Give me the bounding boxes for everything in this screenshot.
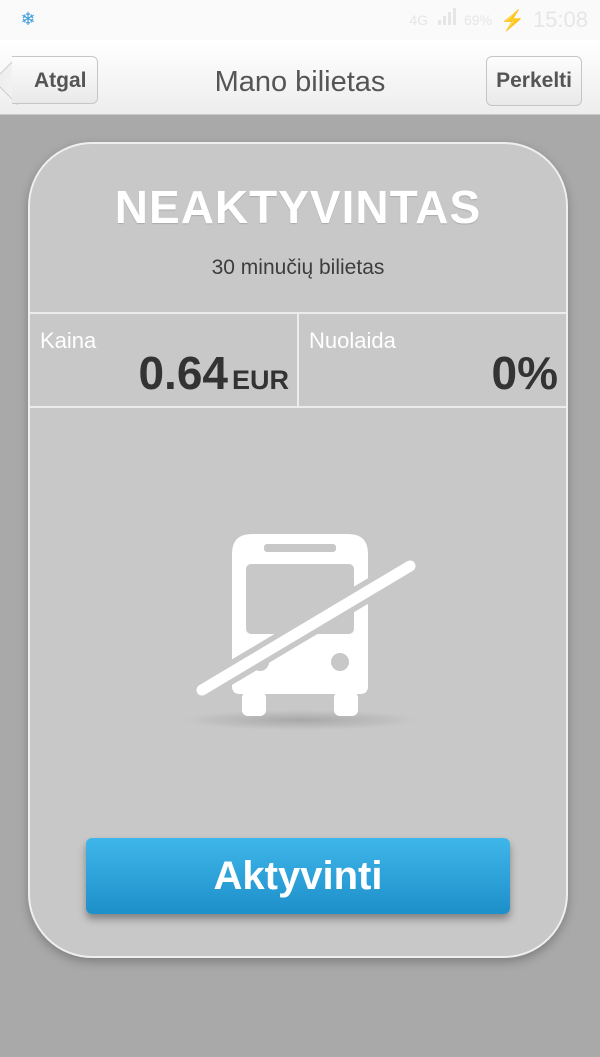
activate-button-label: Aktyvinti bbox=[213, 854, 383, 898]
signal-icon bbox=[436, 7, 456, 33]
bus-disabled-icon bbox=[180, 524, 421, 744]
ticket-status: NEAKTYVINTAS bbox=[114, 181, 482, 233]
transfer-button-label: Perkelti bbox=[496, 69, 572, 92]
back-button[interactable]: Atgal bbox=[12, 56, 98, 104]
battery-level: 69% bbox=[464, 12, 493, 28]
ticket-info-row: Kaina 0.64 EUR Nuolaida 0% bbox=[30, 312, 566, 408]
activate-button[interactable]: Aktyvinti bbox=[86, 838, 510, 914]
price-value-group: 0.64 EUR bbox=[138, 346, 289, 400]
status-bar: ❄ 4G 69% ⚡ 15:08 bbox=[0, 0, 600, 40]
price-unit: EUR bbox=[231, 365, 289, 395]
back-button-label: Atgal bbox=[34, 69, 87, 92]
network-type: 4G bbox=[409, 12, 428, 28]
status-indicators: 4G 69% ⚡ 15:08 bbox=[409, 6, 588, 34]
price-value: 0.64 bbox=[138, 347, 228, 399]
navigation-bar: Mano bilietas Atgal Perkelti bbox=[0, 40, 600, 115]
ticket-card: NEAKTYVINTAS 30 minučių bilietas Kaina 0… bbox=[28, 142, 568, 958]
transfer-button[interactable]: Perkelti bbox=[486, 56, 582, 106]
ticket-type: 30 minučių bilietas bbox=[211, 256, 385, 279]
snowflake-icon: ❄ bbox=[20, 9, 36, 29]
clock: 15:08 bbox=[532, 7, 588, 32]
price-cell: Kaina 0.64 EUR bbox=[30, 314, 297, 406]
discount-label: Nuolaida bbox=[309, 328, 396, 353]
lightning-icon: ⚡ bbox=[500, 9, 525, 32]
discount-cell: Nuolaida 0% bbox=[297, 314, 566, 406]
price-label: Kaina bbox=[40, 328, 97, 353]
discount-value: 0% bbox=[491, 347, 558, 399]
